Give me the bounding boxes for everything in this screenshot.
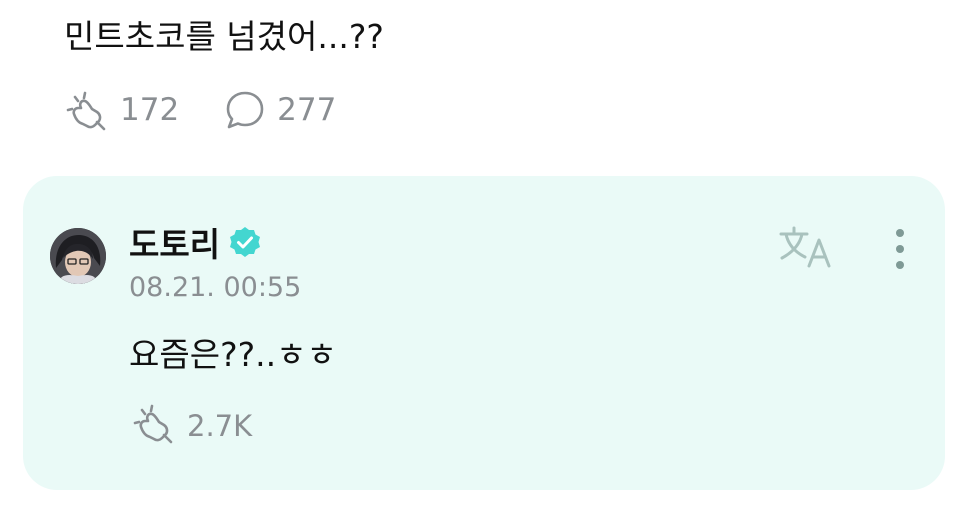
like-hand-icon: [64, 88, 110, 132]
speech-bubble-icon: [223, 88, 267, 132]
author-row: 도토리: [129, 220, 262, 264]
more-options-button[interactable]: [883, 224, 917, 274]
comment-likes-count: 2.7K: [187, 409, 253, 443]
post-comments-count: 277: [277, 92, 337, 128]
comment-text: 요즘은??..ㅎㅎ: [129, 335, 337, 374]
like-hand-icon: [131, 401, 177, 452]
post-likes-count: 172: [120, 92, 180, 128]
translate-button[interactable]: [777, 224, 835, 272]
comment-like-button[interactable]: 2.7K: [131, 404, 252, 448]
post-stats: 172 277: [64, 88, 336, 132]
avatar[interactable]: [50, 228, 106, 284]
post-text: 민트초코를 넘겼어...??: [64, 17, 384, 56]
comment-card: 도토리 08.21. 00:55 요즘은??..ㅎㅎ 2.7K: [23, 176, 945, 490]
verified-badge-icon: [230, 227, 261, 257]
translate-icon: [779, 226, 831, 268]
author-name[interactable]: 도토리: [129, 218, 220, 266]
more-vertical-icon: [896, 229, 904, 269]
post-like-button[interactable]: 172: [64, 88, 179, 132]
comment-timestamp: 08.21. 00:55: [129, 272, 302, 303]
post-comment-button[interactable]: 277: [223, 88, 336, 132]
